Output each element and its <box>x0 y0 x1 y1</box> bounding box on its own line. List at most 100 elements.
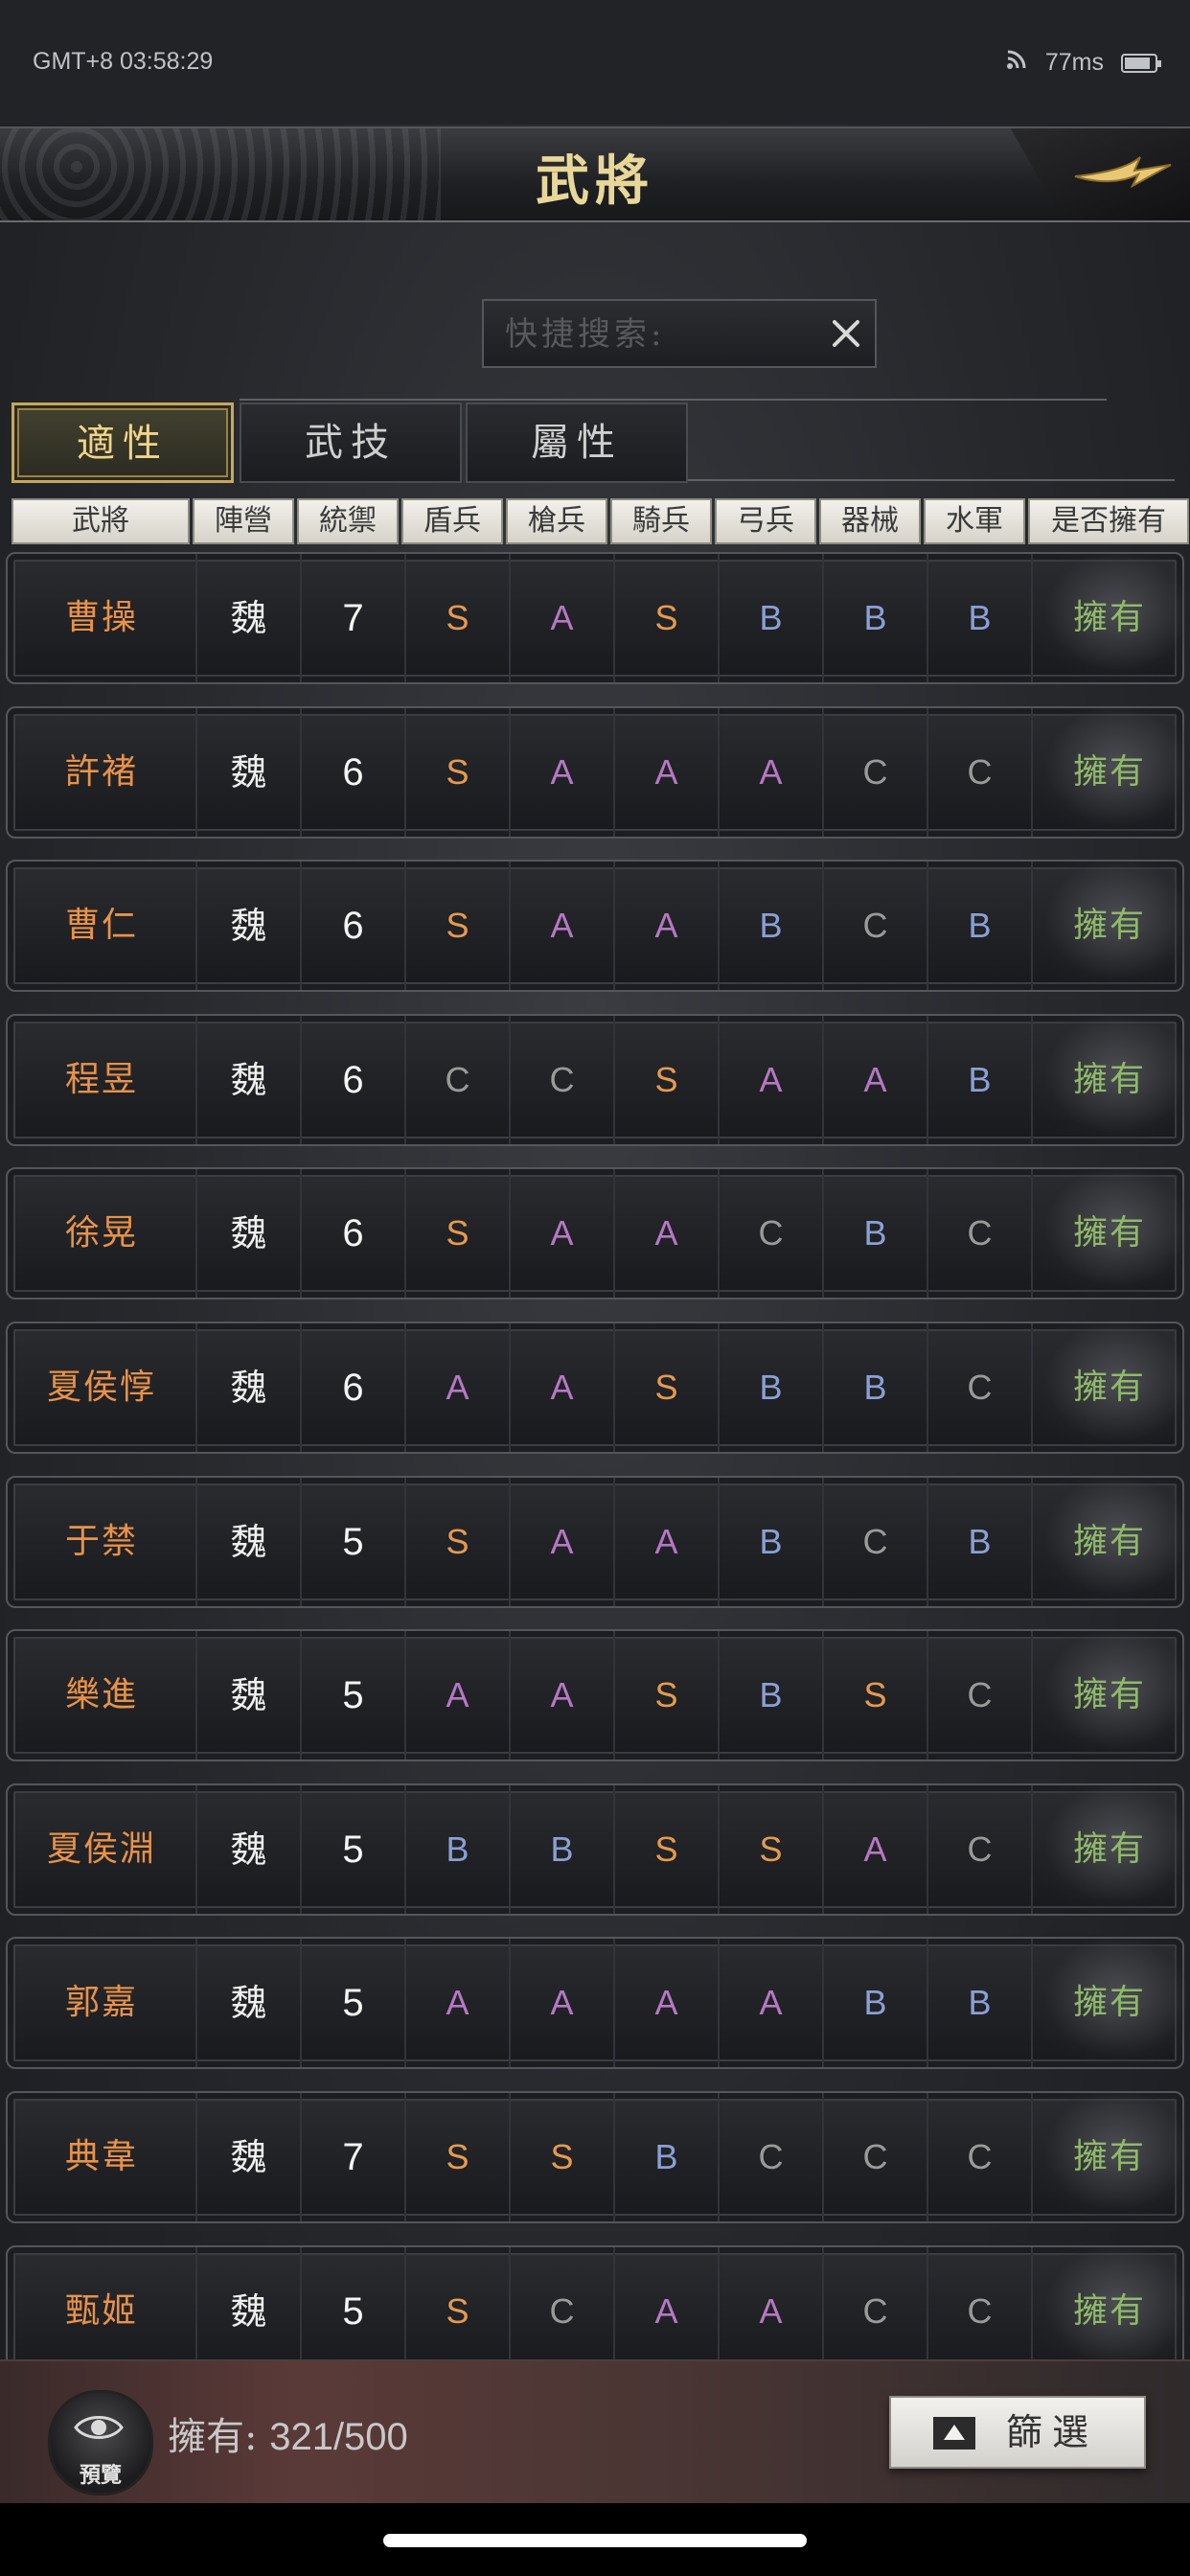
tab-attributes[interactable]: 屬性 <box>466 402 688 483</box>
spear-grade: C <box>509 2247 613 2376</box>
owned-count-value: 321/500 <box>269 2416 408 2458</box>
leadership-cell: 6 <box>300 1016 404 1144</box>
spear-grade: A <box>509 1323 613 1452</box>
tab-aptitude[interactable]: 適性 <box>11 402 234 483</box>
navy-grade: B <box>927 554 1031 682</box>
filter-button[interactable]: 篩選 <box>889 2396 1146 2469</box>
siege-grade: A <box>822 1016 927 1144</box>
cavalry-grade: A <box>613 1478 718 1606</box>
column-header-archer[interactable]: 弓兵 <box>715 498 816 544</box>
faction-cell: 魏 <box>195 554 300 682</box>
faction-cell: 魏 <box>195 1939 300 2067</box>
shield-grade: A <box>404 1631 509 1760</box>
column-header-cavalry[interactable]: 騎兵 <box>610 498 712 544</box>
shield-grade: S <box>404 1169 509 1298</box>
search-input[interactable] <box>503 301 813 368</box>
cavalry-grade: A <box>613 1939 718 2067</box>
archer-grade: B <box>718 1631 822 1760</box>
owned-count-label: 擁有: <box>168 2415 258 2459</box>
navy-grade: B <box>927 862 1031 990</box>
column-header-faction[interactable]: 陣營 <box>193 498 294 544</box>
general-row[interactable]: 夏侯惇魏 6 A A S B B C 擁有 <box>6 1322 1186 1454</box>
column-header-siege[interactable]: 器械 <box>819 498 921 544</box>
owned-status: 擁有 <box>1031 1478 1186 1606</box>
close-icon[interactable] <box>825 312 867 355</box>
general-row[interactable]: 許褚魏 6 S A A A C C 擁有 <box>6 706 1186 839</box>
siege-grade: B <box>822 1323 927 1452</box>
navy-grade: B <box>927 1016 1031 1144</box>
column-header-leadership[interactable]: 統禦 <box>297 498 399 544</box>
faction-cell: 魏 <box>195 1016 300 1144</box>
general-row[interactable]: 曹仁魏 6 S A A B C B 擁有 <box>6 860 1186 992</box>
leadership-cell: 6 <box>300 708 404 837</box>
general-name: 曹操 <box>64 598 138 637</box>
general-row[interactable]: 郭嘉魏 5 A A A A B B 擁有 <box>6 1937 1186 2069</box>
cavalry-grade: S <box>613 1785 718 1914</box>
cavalry-grade: S <box>613 1016 718 1144</box>
general-name: 郭嘉 <box>64 1983 138 2022</box>
owned-status: 擁有 <box>1031 2247 1186 2376</box>
general-row[interactable]: 樂進魏 5 A A S B S C 擁有 <box>6 1629 1186 1761</box>
shield-grade: A <box>404 1323 509 1452</box>
navy-grade: C <box>927 1785 1031 1914</box>
cavalry-grade: A <box>613 1169 718 1298</box>
column-header-shield[interactable]: 盾兵 <box>401 498 503 544</box>
spear-grade: A <box>509 862 613 990</box>
owned-status: 擁有 <box>1031 554 1186 682</box>
preview-button[interactable]: 預覽 <box>48 2390 153 2496</box>
archer-grade: C <box>718 2093 822 2221</box>
spear-grade: A <box>509 1478 613 1606</box>
owned-status: 擁有 <box>1031 1169 1186 1298</box>
archer-grade: C <box>718 1169 822 1298</box>
shield-grade: B <box>404 1785 509 1914</box>
shield-grade: A <box>404 1939 509 2067</box>
spear-grade: S <box>509 2093 613 2221</box>
general-row[interactable]: 夏侯淵魏 5 B B S S A C 擁有 <box>6 1783 1186 1916</box>
owned-count: 擁有: 321/500 <box>168 2405 408 2461</box>
owned-status: 擁有 <box>1031 1631 1186 1760</box>
column-header-general[interactable]: 武將 <box>11 498 190 544</box>
navy-grade: B <box>927 1478 1031 1606</box>
siege-grade: C <box>822 708 927 837</box>
general-row[interactable]: 于禁魏 5 S A A B C B 擁有 <box>6 1476 1186 1608</box>
general-row[interactable]: 曹操魏 7 S A S B B B 擁有 <box>6 552 1186 684</box>
shield-grade: S <box>404 2247 509 2376</box>
shield-grade: S <box>404 554 509 682</box>
column-header-owned[interactable]: 是否擁有 <box>1028 498 1189 544</box>
archer-grade: A <box>718 708 822 837</box>
column-header-spear[interactable]: 槍兵 <box>506 498 607 544</box>
siege-grade: C <box>822 2247 927 2376</box>
leadership-cell: 7 <box>300 2093 404 2221</box>
general-name: 于禁 <box>64 1522 138 1561</box>
general-row[interactable]: 徐晃魏 6 S A A C B C 擁有 <box>6 1167 1186 1300</box>
general-row[interactable]: 程昱 魏 6 C C S A A B 擁有 <box>6 1014 1186 1146</box>
navy-grade: C <box>927 1631 1031 1760</box>
quick-search-box <box>482 299 877 368</box>
home-indicator[interactable] <box>383 2534 807 2547</box>
general-row[interactable]: 典韋魏 7 S S B C C C 擁有 <box>6 2091 1186 2223</box>
column-header-navy[interactable]: 水軍 <box>924 498 1025 544</box>
tab-skills[interactable]: 武技 <box>240 402 462 483</box>
navy-grade: C <box>927 708 1031 837</box>
cavalry-grade: A <box>613 862 718 990</box>
arrow-right-icon <box>1074 156 1172 189</box>
spear-grade: A <box>509 1939 613 2067</box>
battery-icon <box>1121 53 1161 73</box>
faction-cell: 魏 <box>195 862 300 990</box>
general-name: 典韋 <box>64 2137 138 2176</box>
status-right: 77ms <box>1005 48 1161 78</box>
archer-grade: A <box>718 1016 822 1144</box>
status-time: GMT+8 03:58:29 <box>33 48 214 75</box>
owned-status: 擁有 <box>1031 1016 1186 1144</box>
spear-grade: A <box>509 1169 613 1298</box>
leadership-cell: 5 <box>300 1631 404 1760</box>
ping-text: 77ms <box>1044 49 1104 76</box>
siege-grade: C <box>822 862 927 990</box>
navy-grade: C <box>927 2093 1031 2221</box>
general-row[interactable]: 甄姬魏 5 S C A A C C 擁有 <box>6 2245 1186 2378</box>
leadership-cell: 5 <box>300 1939 404 2067</box>
leadership-cell: 6 <box>300 1323 404 1452</box>
spear-grade: A <box>509 554 613 682</box>
navy-grade: C <box>927 1169 1031 1298</box>
shield-grade: S <box>404 862 509 990</box>
